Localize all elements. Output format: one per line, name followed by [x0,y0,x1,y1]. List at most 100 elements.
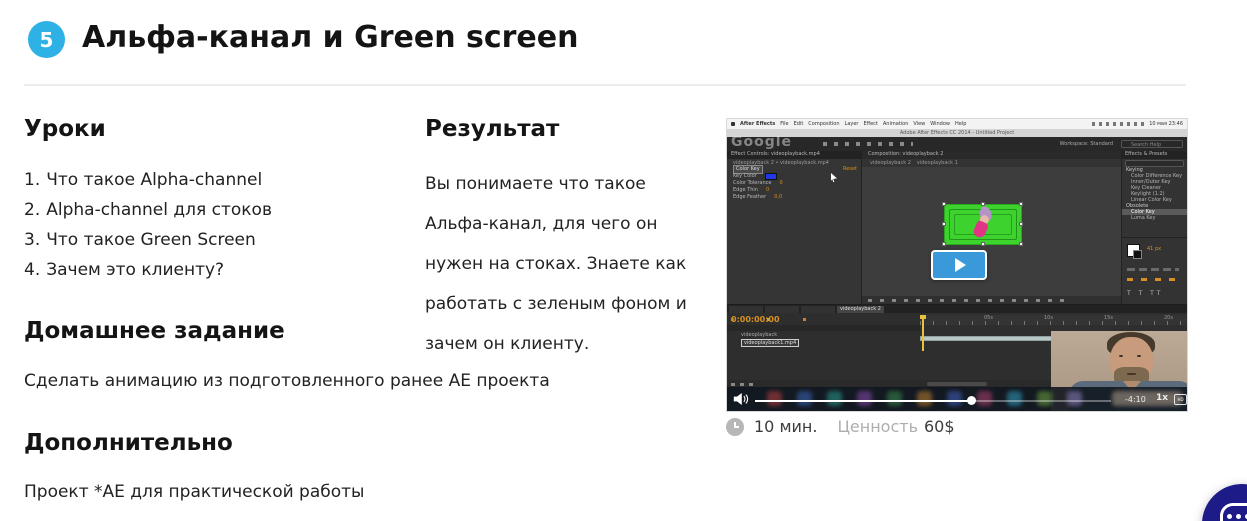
lesson-number: 4. [24,260,40,280]
timeline-layer-selected: videoplayback1.mp4 [741,339,799,347]
timeline-tab-active: videoplayback 2 [837,306,884,313]
search-help-box: Search Help [1121,140,1183,148]
effects-presets-header: Effects & Presets [1122,151,1187,159]
menu-item: Edit [794,121,804,127]
volume-icon[interactable] [733,392,749,406]
param-label: Edge Feather [733,194,766,201]
value-amount: 60$ [924,417,955,436]
type-buttons: T T TT [1127,290,1163,297]
homework-heading: Домашнее задание [24,318,285,344]
progress-played [755,400,972,402]
lesson-text: Что такое Alpha-channel [46,170,262,190]
panel-lines [1127,268,1179,271]
menu-item: Effect [863,121,877,127]
param-row: Edge Thin 0 [727,187,861,194]
selection-handle [1019,202,1023,206]
timeline-ruler: 05s 10s 15s 20s [920,315,1187,325]
stroke-color-swatch [1133,250,1142,259]
param-row: Color Tolerance 0 [727,180,861,187]
param-label: Edge Thin [733,187,758,194]
playhead [922,315,924,351]
selection-handle [981,202,985,206]
chat-dot [1236,514,1241,519]
composition-subtab: videoplayback 1 [917,160,958,166]
window-title-bar: Adobe After Effects CC 2014 - Untitled P… [727,129,1187,137]
chat-widget-button[interactable] [1202,484,1247,521]
menu-item: Window [930,121,950,127]
menu-item: Composition [808,121,839,127]
selection-handle [1019,242,1023,246]
param-label: Key Color [733,173,757,180]
progress-knob[interactable] [967,396,976,405]
course-module-section: 5 Альфа-канал и Green screen Уроки 1.Что… [0,0,1247,521]
time-remaining: -4:10 [1125,395,1146,404]
menu-item: Help [955,121,966,127]
google-watermark: Google [731,134,792,150]
param-row: Key Color [727,173,861,180]
param-value: 0,0 [774,194,782,201]
lesson-number: 1. [24,170,40,190]
timeline-tabs: videoplayback 2 [727,305,1188,313]
panel-values [1127,278,1179,281]
param-label: Color Tolerance [733,180,772,187]
param-value: 0 [780,180,783,187]
result-text: Вы понимаете что такое Альфа-канал, для … [425,164,693,364]
ruler-label: 10s [1044,315,1053,321]
video-duration: 10 мин. [754,417,817,436]
value-label: Ценность [837,417,918,436]
homework-text: Сделать анимацию из подготовленного ране… [24,371,550,391]
lesson-number: 3. [24,230,40,250]
ae-toolbar: Google Workspace: Standard Search Help [727,137,1187,151]
menu-item: File [780,121,788,127]
selection-handle [942,222,946,226]
video-meta-row: 10 мин. Ценность 60$ [726,417,955,436]
presenter-eye [1119,355,1123,357]
lesson-item: 4. Зачем это клиенту? [24,260,224,280]
clock-icon [726,418,744,436]
timeline-tab [765,306,799,313]
result-heading: Результат [425,116,559,142]
selection-handle [942,242,946,246]
effects-search [1122,159,1187,167]
seekbar-thumbnails [727,387,1187,411]
mac-menu-bar: After Effects File Edit Composition Laye… [727,119,1187,129]
module-number: 5 [40,28,54,52]
module-number-badge: 5 [28,21,65,58]
composition-tab: Composition: videoplayback 2 [862,151,1121,159]
key-color-swatch [765,173,777,180]
play-button[interactable] [931,250,987,280]
param-row: Edge Feather 0,0 [727,194,861,201]
presenter-eye [1137,355,1141,357]
effect-controls-panel: Effect Controls: videoplayback.mp4 video… [727,151,862,304]
player-controls[interactable]: -4:10 1x HD [727,387,1187,411]
composition-subtab: videoplayback 2 [870,160,911,166]
selection-handle [942,202,946,206]
font-size-value: 41 px [1147,246,1161,252]
menu-status-icons [1092,122,1144,126]
timeline-layer: videoplayback [741,332,777,338]
effect-item: Luma Key [1122,215,1187,221]
video-thumbnail[interactable]: After Effects File Edit Composition Laye… [726,118,1188,412]
effect-row: Color Key Reset [727,166,861,173]
ruler-label: 20s [1164,315,1173,321]
timeline-tab [729,306,763,313]
timeline-column-header [727,325,920,331]
play-icon [955,258,966,272]
menu-item: Animation [883,121,909,127]
presenter-mouth [1127,373,1136,375]
extra-text: Проект *AE для практической работы [24,482,364,502]
timeline-tab [801,306,835,313]
menu-clock: 10 мая 23:46 [1149,121,1183,127]
lesson-number: 2. [24,200,40,220]
playback-speed[interactable]: 1x [1156,393,1168,403]
quality-badge[interactable]: HD [1174,394,1187,405]
chat-dot [1227,514,1232,519]
composition-footer [862,296,1121,304]
effect-controls-tab: Effect Controls: videoplayback.mp4 [727,151,861,159]
lesson-text: Зачем это клиенту? [46,260,224,280]
lesson-item: 1. Что такое Alpha-channel [24,170,262,190]
reset-link: Reset [843,166,857,173]
toolbar-tool-icons [823,142,913,146]
ruler-label: 15s [1104,315,1113,321]
workspace-selector: Workspace: Standard [1060,141,1113,147]
